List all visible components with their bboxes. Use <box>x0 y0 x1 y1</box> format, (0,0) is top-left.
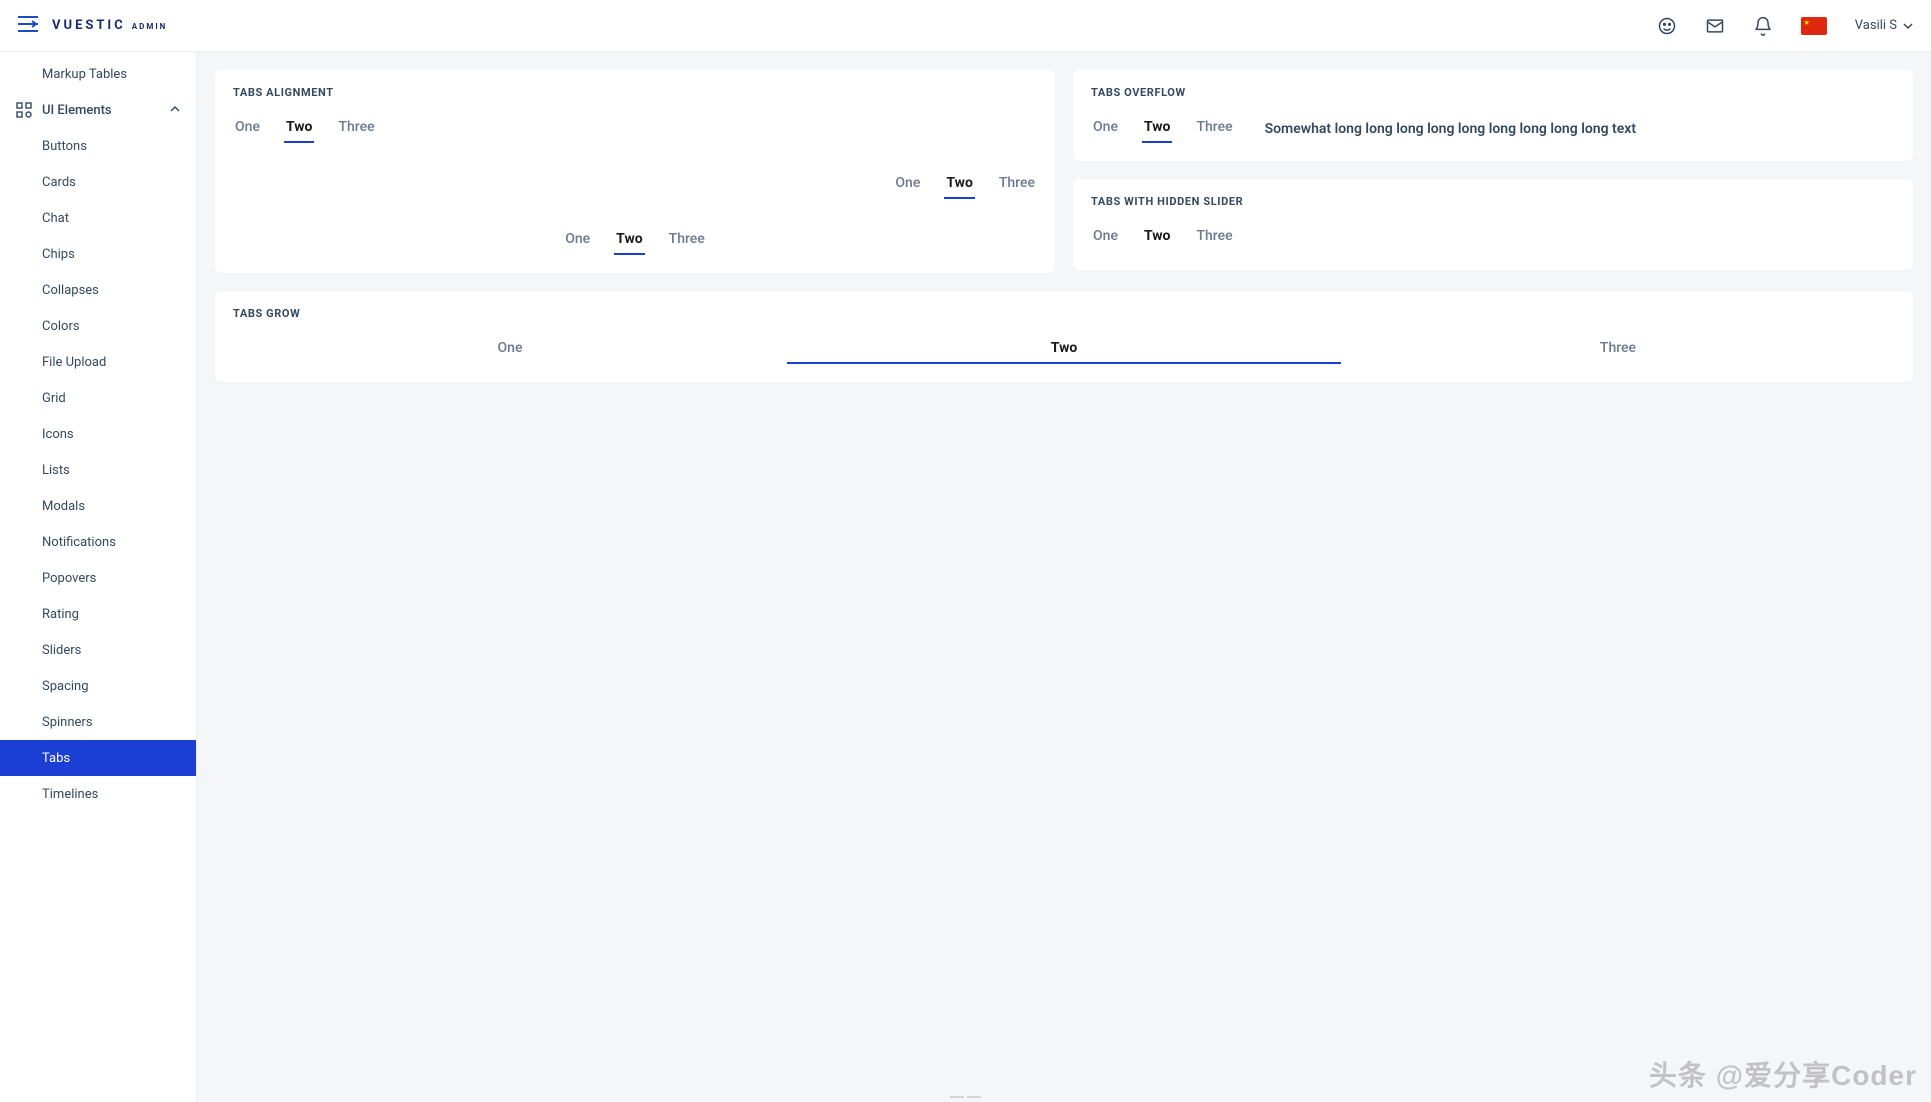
sidebar-item-popovers[interactable]: Popovers <box>0 560 196 596</box>
sidebar-item-label: Cards <box>42 175 76 190</box>
sidebar-item-grid[interactable]: Grid <box>0 380 196 416</box>
tab-two[interactable]: Two <box>1142 115 1173 143</box>
menu-toggle-icon[interactable] <box>18 16 38 36</box>
topbar: VUESTIC ADMIN Vasili S <box>0 0 1931 52</box>
tab-overflow-extra[interactable]: Somewhat long long long long long long l… <box>1265 121 1636 137</box>
tabs-left: One Two Three <box>233 115 1037 143</box>
sidebar-item-label: Grid <box>42 391 66 406</box>
mail-icon[interactable] <box>1705 16 1725 36</box>
sidebar-item-chips[interactable]: Chips <box>0 236 196 272</box>
sidebar-item-icons[interactable]: Icons <box>0 416 196 452</box>
sidebar-item-label: Modals <box>42 499 85 514</box>
sidebar-item-chat[interactable]: Chat <box>0 200 196 236</box>
sidebar-item-spacing[interactable]: Spacing <box>0 668 196 704</box>
sidebar-item-label: Spacing <box>42 679 89 694</box>
sidebar-item-label: Timelines <box>42 787 98 802</box>
sidebar-item-buttons[interactable]: Buttons <box>0 128 196 164</box>
tabs-overflow: One Two Three Somewhat long long long lo… <box>1091 115 1895 143</box>
sidebar-item-label: Tabs <box>42 751 70 766</box>
sidebar: Markup Tables UI Elements Buttons Cards … <box>0 52 197 1102</box>
card-tabs-hidden-slider: TABS WITH HIDDEN SLIDER One Two Three <box>1073 179 1913 270</box>
tab-two[interactable]: Two <box>614 227 645 255</box>
sidebar-item-label: Rating <box>42 607 79 622</box>
sidebar-item-collapses[interactable]: Collapses <box>0 272 196 308</box>
user-menu[interactable]: Vasili S <box>1855 18 1913 33</box>
chevron-up-icon <box>170 103 180 118</box>
sidebar-item-tabs[interactable]: Tabs <box>0 740 196 776</box>
theme-icon[interactable] <box>1657 16 1677 36</box>
sidebar-item-label: Lists <box>42 463 70 478</box>
sidebar-item-label: Spinners <box>42 715 93 730</box>
tab-three[interactable]: Three <box>997 171 1037 199</box>
sidebar-item-label: Colors <box>42 319 80 334</box>
sidebar-group-ui-elements[interactable]: UI Elements <box>0 92 196 128</box>
sidebar-item-label: UI Elements <box>42 103 112 118</box>
sidebar-item-spinners[interactable]: Spinners <box>0 704 196 740</box>
tabs-grow: One Two Three <box>233 336 1895 364</box>
sidebar-item-label: Collapses <box>42 283 99 298</box>
tab-one[interactable]: One <box>563 227 592 255</box>
ui-elements-icon <box>16 102 32 118</box>
tab-three[interactable]: Three <box>667 227 707 255</box>
tab-one[interactable]: One <box>233 115 262 143</box>
tab-three[interactable]: Three <box>1194 115 1234 143</box>
tab-one[interactable]: One <box>1091 115 1120 143</box>
card-title: TABS WITH HIDDEN SLIDER <box>1091 195 1895 208</box>
brand-logo[interactable]: VUESTIC ADMIN <box>52 18 167 33</box>
sidebar-item-label: File Upload <box>42 355 106 370</box>
sidebar-item-label: Buttons <box>42 139 87 154</box>
sidebar-item-cards[interactable]: Cards <box>0 164 196 200</box>
tabs-right: One Two Three <box>233 171 1037 199</box>
language-flag-china[interactable] <box>1801 17 1827 35</box>
sidebar-item-markup-tables[interactable]: Markup Tables <box>0 56 196 92</box>
sidebar-item-modals[interactable]: Modals <box>0 488 196 524</box>
tab-one[interactable]: One <box>893 171 922 199</box>
card-tabs-overflow: TABS OVERFLOW One Two Three Somewhat lon… <box>1073 70 1913 161</box>
card-title: TABS GROW <box>233 307 1895 320</box>
sidebar-item-label: Markup Tables <box>42 67 127 82</box>
card-title: TABS OVERFLOW <box>1091 86 1895 99</box>
tabs-center: One Two Three <box>233 227 1037 255</box>
tab-two[interactable]: Two <box>284 115 315 143</box>
sidebar-item-label: Popovers <box>42 571 96 586</box>
brand-name: VUESTIC <box>52 18 126 33</box>
sidebar-item-label: Notifications <box>42 535 116 550</box>
sidebar-item-rating[interactable]: Rating <box>0 596 196 632</box>
card-tabs-alignment: TABS ALIGNMENT One Two Three One Two Thr… <box>215 70 1055 273</box>
sidebar-item-notifications[interactable]: Notifications <box>0 524 196 560</box>
tab-one[interactable]: One <box>1091 224 1120 252</box>
chevron-down-icon <box>1903 21 1913 31</box>
tab-two[interactable]: Two <box>787 336 1341 364</box>
sidebar-item-label: Sliders <box>42 643 81 658</box>
tab-three[interactable]: Three <box>1341 336 1895 364</box>
tabs-hidden-slider: One Two Three <box>1091 224 1895 252</box>
tab-two[interactable]: Two <box>944 171 975 199</box>
tab-three[interactable]: Three <box>336 115 376 143</box>
sidebar-item-lists[interactable]: Lists <box>0 452 196 488</box>
card-title: TABS ALIGNMENT <box>233 86 1037 99</box>
sidebar-item-label: Chips <box>42 247 75 262</box>
main-content: TABS ALIGNMENT One Two Three One Two Thr… <box>197 52 1931 1102</box>
sidebar-item-label: Icons <box>42 427 74 442</box>
card-tabs-grow: TABS GROW One Two Three <box>215 291 1913 382</box>
sidebar-item-file-upload[interactable]: File Upload <box>0 344 196 380</box>
sidebar-item-colors[interactable]: Colors <box>0 308 196 344</box>
sidebar-item-sliders[interactable]: Sliders <box>0 632 196 668</box>
bell-icon[interactable] <box>1753 16 1773 36</box>
tab-three[interactable]: Three <box>1194 224 1234 252</box>
tab-one[interactable]: One <box>233 336 787 364</box>
sidebar-item-timelines[interactable]: Timelines <box>0 776 196 812</box>
tab-two[interactable]: Two <box>1142 224 1173 252</box>
user-name: Vasili S <box>1855 18 1897 33</box>
brand-suffix: ADMIN <box>132 22 168 31</box>
sidebar-item-label: Chat <box>42 211 69 226</box>
